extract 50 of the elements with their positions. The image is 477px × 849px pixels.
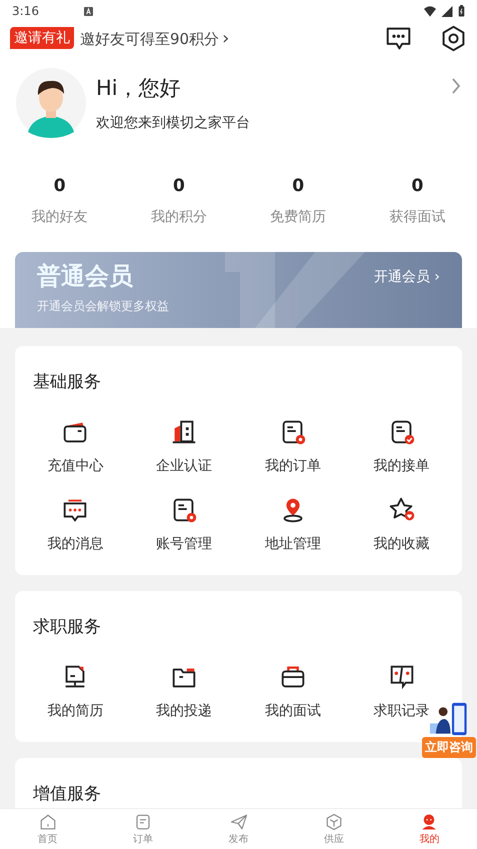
membership-banner[interactable]: 普通会员 开通会员会解锁更多权益 开通会员 › <box>15 252 462 328</box>
service-item[interactable]: 我的面试 <box>238 662 348 720</box>
stat-value: 0 <box>292 176 304 196</box>
service-item[interactable]: 我的订单 <box>238 417 348 475</box>
stat-label[interactable]: 免费简历 <box>270 208 326 226</box>
stat-label[interactable]: 获得面试 <box>389 208 446 226</box>
service-item[interactable]: 求职记录 <box>347 662 456 720</box>
avatar[interactable] <box>16 68 86 138</box>
invite-badge[interactable]: 邀请有礼 <box>10 27 74 49</box>
home-icon <box>38 812 57 830</box>
section-title: 增值服务 <box>33 783 101 805</box>
stat-value: 0 <box>54 176 66 196</box>
stat-label[interactable]: 我的积分 <box>150 208 207 226</box>
membership-subtitle: 开通会员会解锁更多权益 <box>37 298 170 315</box>
battery-icon <box>458 5 465 17</box>
nav-tab[interactable]: 首页 <box>0 809 96 849</box>
welcome-text: 欢迎您来到模切之家平台 <box>96 114 251 132</box>
service-item[interactable]: 账号管理 <box>130 495 238 553</box>
paper-plane-icon <box>230 812 248 830</box>
wifi-icon <box>424 6 436 16</box>
service-item[interactable]: 我的投递 <box>130 662 238 720</box>
message-icon[interactable] <box>385 24 412 52</box>
service-item[interactable]: 充值中心 <box>21 417 130 475</box>
nav-tab[interactable]: 供应 <box>286 809 382 849</box>
open-membership-link[interactable]: 开通会员 › <box>374 268 440 286</box>
signal-icon <box>441 6 453 16</box>
note-icon <box>134 812 152 830</box>
notification-icon <box>84 6 93 16</box>
greeting-text: Hi，您好 <box>96 75 182 102</box>
cube-icon <box>324 812 343 830</box>
settings-icon[interactable] <box>440 24 467 52</box>
chevron-right-icon[interactable] <box>451 77 461 95</box>
stat-label[interactable]: 我的好友 <box>32 208 88 226</box>
stat-value: 0 <box>411 176 424 196</box>
invite-link[interactable]: 邀好友可得至90积分 › <box>80 28 230 48</box>
nav-tab[interactable]: 发布 <box>190 809 286 849</box>
service-item[interactable]: 地址管理 <box>238 495 348 553</box>
service-item[interactable]: 我的消息 <box>21 495 130 553</box>
service-item[interactable]: 企业认证 <box>130 417 238 475</box>
section-title: 基础服务 <box>33 371 101 393</box>
section-title: 求职服务 <box>33 616 101 638</box>
nav-tab[interactable]: 订单 <box>95 809 191 849</box>
service-item[interactable]: 我的简历 <box>21 662 130 720</box>
service-item[interactable]: 我的接单 <box>347 417 456 475</box>
status-time: 3:16 <box>12 4 39 18</box>
person-icon <box>420 812 438 830</box>
nav-tab[interactable]: 我的 <box>382 809 477 849</box>
service-item[interactable]: 我的收藏 <box>347 495 456 553</box>
membership-title: 普通会员 <box>37 261 134 292</box>
stat-value: 0 <box>172 176 185 196</box>
